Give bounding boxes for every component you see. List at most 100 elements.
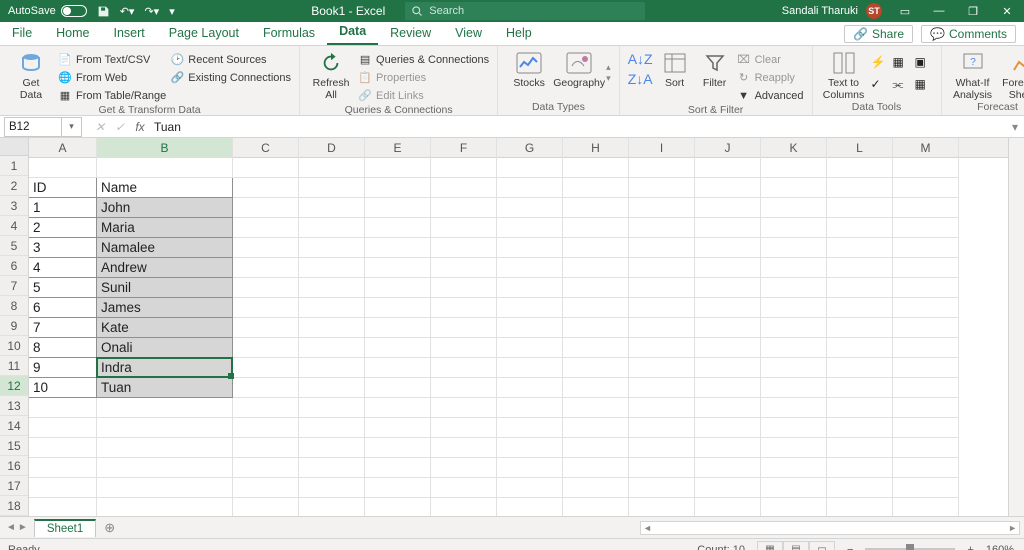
row-header[interactable]: 7: [0, 276, 28, 296]
cell[interactable]: [695, 438, 761, 458]
cell[interactable]: [563, 258, 629, 278]
cell[interactable]: [761, 418, 827, 438]
cell[interactable]: [563, 478, 629, 498]
cell[interactable]: [497, 358, 563, 378]
cell[interactable]: [233, 398, 299, 418]
cell[interactable]: [695, 358, 761, 378]
cell[interactable]: [695, 178, 761, 198]
page-layout-view-icon[interactable]: ▤: [783, 541, 809, 550]
row-header[interactable]: 2: [0, 176, 28, 196]
sheet-nav-next-icon[interactable]: ►: [18, 522, 28, 533]
row-header[interactable]: 10: [0, 336, 28, 356]
cell[interactable]: [629, 418, 695, 438]
cell[interactable]: [695, 158, 761, 178]
cell[interactable]: [497, 178, 563, 198]
cell[interactable]: [827, 478, 893, 498]
cell[interactable]: [893, 198, 959, 218]
tab-formulas[interactable]: Formulas: [251, 22, 327, 45]
cell[interactable]: [893, 338, 959, 358]
formula-input[interactable]: Tuan: [150, 120, 1006, 134]
cell[interactable]: [431, 378, 497, 398]
remove-duplicates-icon[interactable]: ▦: [893, 55, 911, 73]
cell[interactable]: [299, 158, 365, 178]
cell[interactable]: [497, 438, 563, 458]
reapply-button[interactable]: ↻Reapply: [737, 69, 804, 86]
cell[interactable]: [29, 398, 97, 418]
cell[interactable]: [827, 338, 893, 358]
cell[interactable]: [761, 338, 827, 358]
cell[interactable]: Sunil: [97, 278, 233, 298]
sheet-nav-prev-icon[interactable]: ◄: [6, 522, 16, 533]
column-header[interactable]: C: [233, 138, 299, 158]
sort-asc-icon[interactable]: A↓Z: [628, 51, 653, 67]
cell[interactable]: [629, 478, 695, 498]
whatif-analysis-button[interactable]: ? What-If Analysis: [950, 51, 996, 101]
cell[interactable]: [629, 318, 695, 338]
cell[interactable]: [563, 218, 629, 238]
cell[interactable]: [827, 298, 893, 318]
cell[interactable]: [827, 418, 893, 438]
column-header[interactable]: H: [563, 138, 629, 158]
cell[interactable]: [233, 258, 299, 278]
cell[interactable]: [431, 198, 497, 218]
cell[interactable]: [695, 258, 761, 278]
cell[interactable]: [299, 218, 365, 238]
cell[interactable]: [695, 418, 761, 438]
cell[interactable]: [299, 458, 365, 478]
cell[interactable]: [233, 278, 299, 298]
sort-desc-icon[interactable]: Z↓A: [628, 71, 653, 87]
datatypes-more[interactable]: ▴▾: [606, 51, 611, 95]
tab-help[interactable]: Help: [494, 22, 544, 45]
row-header[interactable]: 6: [0, 256, 28, 276]
tab-page-layout[interactable]: Page Layout: [157, 22, 251, 45]
cell[interactable]: [629, 198, 695, 218]
cell[interactable]: [695, 278, 761, 298]
cell[interactable]: [365, 178, 431, 198]
cell[interactable]: [629, 378, 695, 398]
cell[interactable]: [761, 318, 827, 338]
cell[interactable]: [497, 398, 563, 418]
cell[interactable]: [893, 398, 959, 418]
filter-button[interactable]: Filter: [697, 51, 733, 89]
normal-view-icon[interactable]: ▦: [757, 541, 783, 550]
cell[interactable]: [893, 318, 959, 338]
cell[interactable]: [563, 378, 629, 398]
comments-button[interactable]: 💬Comments: [921, 25, 1016, 43]
existing-connections-button[interactable]: 🔗Existing Connections: [170, 69, 291, 86]
cell[interactable]: [97, 418, 233, 438]
cell[interactable]: [233, 418, 299, 438]
cell[interactable]: [497, 278, 563, 298]
cell[interactable]: [431, 438, 497, 458]
cell[interactable]: [29, 478, 97, 498]
cell[interactable]: [97, 498, 233, 516]
cell[interactable]: [365, 378, 431, 398]
cell[interactable]: [497, 318, 563, 338]
cell[interactable]: [365, 398, 431, 418]
cell[interactable]: [563, 438, 629, 458]
cell[interactable]: [299, 198, 365, 218]
cell[interactable]: [827, 378, 893, 398]
column-header[interactable]: B: [97, 138, 233, 158]
cell[interactable]: [497, 498, 563, 516]
fx-icon[interactable]: fx: [130, 120, 150, 134]
name-box[interactable]: B12: [4, 117, 62, 137]
row-header[interactable]: 5: [0, 236, 28, 256]
cell[interactable]: [365, 318, 431, 338]
cell[interactable]: [497, 338, 563, 358]
row-header[interactable]: 12: [0, 376, 28, 396]
expand-formula-bar-icon[interactable]: ▾: [1006, 120, 1024, 134]
tab-home[interactable]: Home: [44, 22, 101, 45]
cell[interactable]: 1: [29, 198, 97, 218]
cell[interactable]: [563, 158, 629, 178]
recent-sources-button[interactable]: 🕑Recent Sources: [170, 51, 291, 68]
cell[interactable]: [299, 258, 365, 278]
cell[interactable]: [365, 358, 431, 378]
cell[interactable]: [695, 238, 761, 258]
cell[interactable]: [233, 218, 299, 238]
cell[interactable]: [695, 458, 761, 478]
ribbon-display-icon[interactable]: ▭: [888, 0, 922, 22]
sheet-tab-active[interactable]: Sheet1: [34, 519, 96, 537]
vertical-scrollbar[interactable]: [1008, 138, 1024, 516]
cell[interactable]: [365, 418, 431, 438]
row-header[interactable]: 15: [0, 436, 28, 456]
